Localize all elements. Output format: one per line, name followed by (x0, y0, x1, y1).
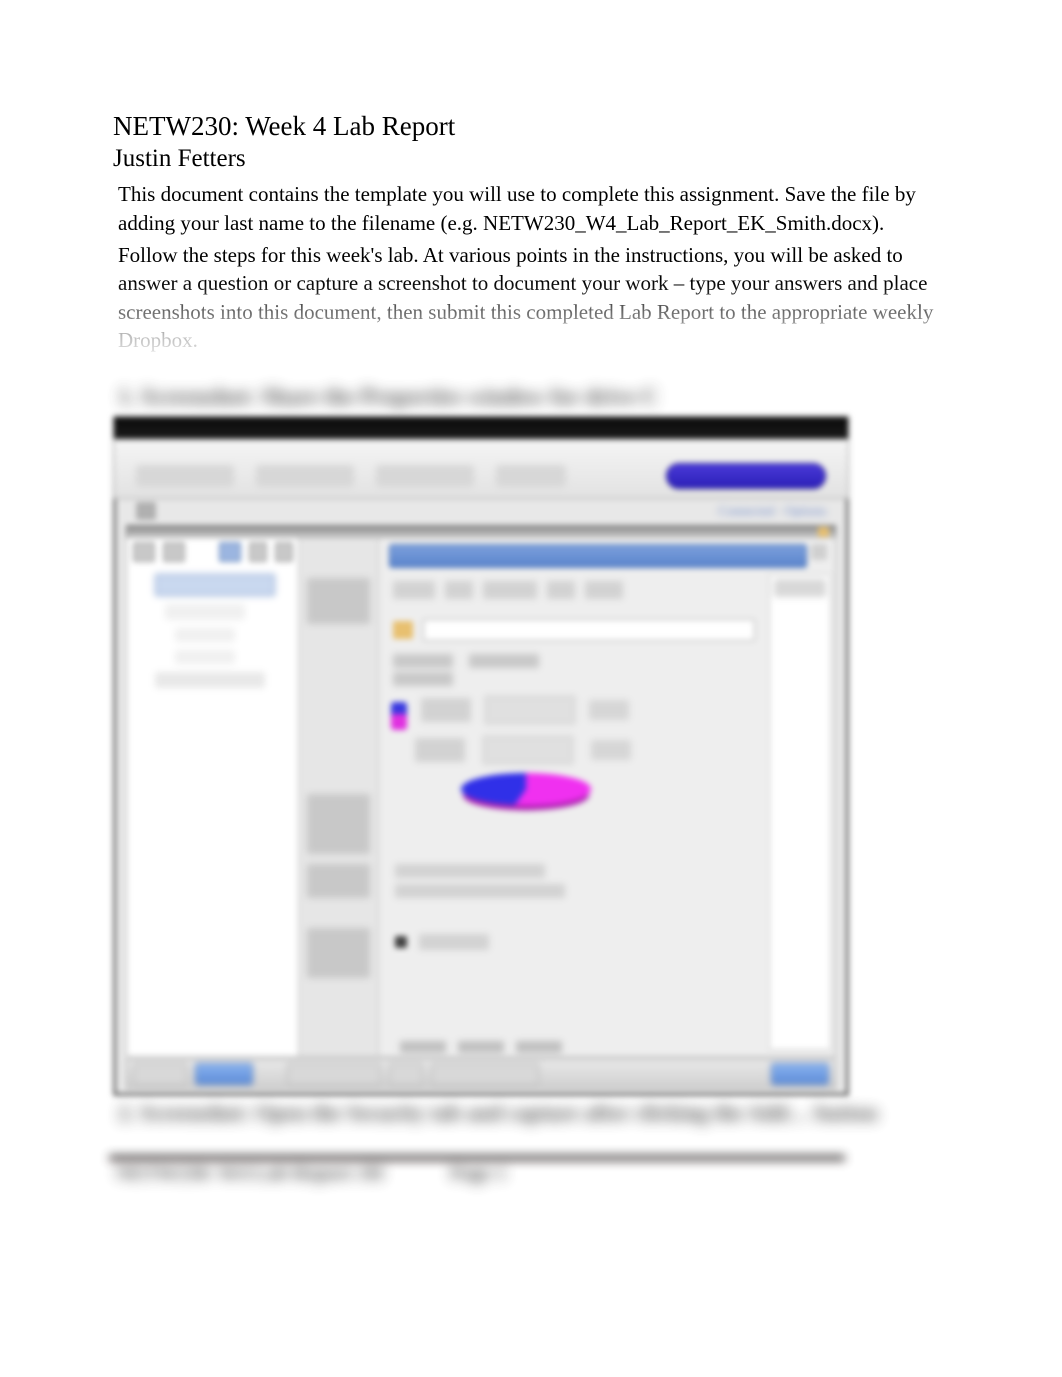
volume-name-row (393, 616, 755, 644)
list-pane (299, 538, 379, 1056)
text-line (395, 864, 545, 878)
question-1-heading: 1. Screenshot: Share the Properties wind… (113, 384, 949, 410)
space-legend (383, 688, 755, 732)
dialog-tab-row (393, 580, 755, 600)
dialog-tab (393, 581, 435, 599)
toolbar-icon (249, 542, 267, 562)
tab (256, 465, 354, 487)
tree-node (175, 650, 235, 664)
close-icon (811, 544, 827, 560)
list-item (307, 928, 370, 978)
report-author: Justin Fetters (113, 144, 949, 174)
value (469, 654, 539, 668)
legend-text (415, 738, 465, 762)
embedded-screenshot: Connected · Options (113, 416, 849, 1096)
dialog-titlebar (389, 544, 807, 568)
text-line (395, 884, 565, 898)
space-legend-row-2 (415, 736, 749, 764)
list-item (307, 794, 370, 854)
legend-text (421, 698, 471, 722)
fwd-icon (163, 542, 185, 562)
dialog-tab (445, 581, 473, 599)
tree-node (155, 672, 265, 688)
toolbar-icon (219, 542, 241, 562)
windows-taskbar (126, 1059, 836, 1089)
dialog-tab (547, 581, 575, 599)
legend-unit (591, 740, 631, 760)
drive-icon (393, 621, 413, 639)
tab (376, 465, 474, 487)
instructions-paragraph-1: This document contains the template you … (118, 180, 944, 237)
footer-rule (109, 1155, 845, 1161)
properties-dialog (379, 538, 835, 1056)
question-2-heading: 2. Screenshot: Open the Security tab and… (113, 1100, 949, 1126)
disk-usage-pie-chart (461, 773, 591, 805)
label (393, 672, 453, 686)
dialog-tab (585, 581, 623, 599)
label (393, 654, 453, 668)
legend-value (483, 736, 573, 764)
vm-desktop (126, 537, 836, 1057)
legend-unit (589, 700, 629, 720)
app-icon (136, 502, 156, 520)
list-item (307, 864, 370, 898)
tab (136, 465, 234, 487)
legend-value (485, 696, 575, 724)
footer-page-number: Page 1 (450, 1162, 506, 1185)
apply-button (516, 1041, 562, 1053)
free-space-swatch (391, 714, 407, 730)
mmc-toolbar (133, 542, 293, 562)
volume-name-input (423, 619, 755, 641)
tree-node (165, 604, 245, 620)
actions-header (774, 579, 826, 597)
footer-left-text: NETW230: W4 Lab Report JH (116, 1162, 383, 1185)
tray-clock (771, 1063, 829, 1085)
instructions-paragraph-2: Follow the steps for this week's lab. At… (118, 241, 944, 354)
toolbar-icon (275, 542, 293, 562)
dialog-buttons-row (126, 1041, 836, 1055)
checkbox-icon (395, 936, 407, 948)
dialog-lower (395, 858, 751, 956)
tree-node-selected (155, 574, 275, 596)
start-button (133, 1063, 187, 1085)
report-title: NETW230: Week 4 Lab Report (113, 110, 949, 142)
taskbar-button (287, 1063, 381, 1085)
taskbar-button (389, 1063, 423, 1085)
window-titlebar (114, 417, 848, 439)
actions-pane (769, 574, 831, 1050)
link-label: Connected · Options (164, 503, 826, 519)
checkbox-label (419, 934, 489, 950)
browser-tab-strip (114, 439, 848, 499)
dialog-tab (483, 581, 537, 599)
cancel-button (458, 1041, 504, 1053)
ok-button (400, 1041, 446, 1053)
primary-blue-button (666, 463, 826, 489)
back-icon (133, 542, 155, 562)
taskbar-button (195, 1063, 253, 1085)
taskbar-button (431, 1063, 539, 1085)
tab (496, 465, 566, 487)
field-labels (393, 650, 453, 690)
tree-pane (127, 538, 299, 1056)
field-values (469, 650, 549, 672)
tree-node (175, 628, 235, 642)
instructions-block: This document contains the template you … (113, 180, 949, 354)
list-item (307, 578, 370, 624)
address-row: Connected · Options (136, 501, 826, 521)
